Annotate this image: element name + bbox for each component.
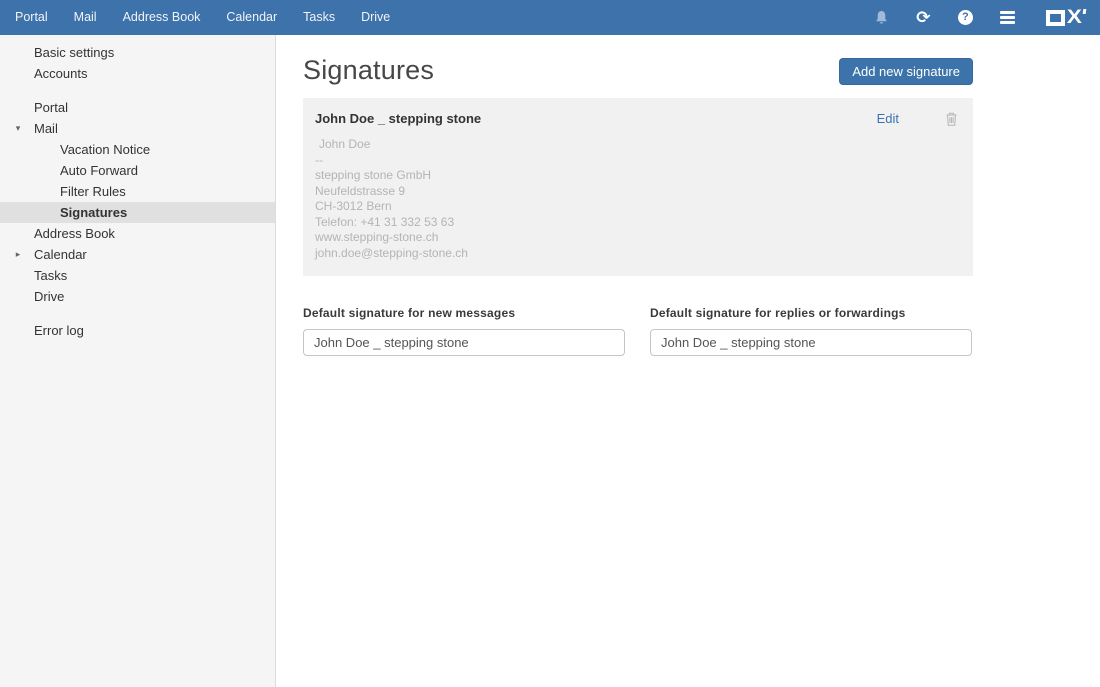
- signature-card: John Doe _ stepping stone Edit John Doe …: [303, 98, 973, 276]
- sidebar-item-signatures[interactable]: Signatures: [0, 202, 275, 223]
- help-icon[interactable]: ?: [956, 9, 974, 27]
- topbar: Portal Mail Address Book Calendar Tasks …: [0, 0, 1100, 35]
- settings-sidebar: Basic settings Accounts Portal ▾ Mail Vac…: [0, 35, 276, 687]
- signature-line: Telefon: +41 31 332 53 63: [315, 214, 455, 229]
- topbar-item-address-book[interactable]: Address Book: [110, 0, 214, 35]
- sidebar-item-mail[interactable]: ▾ Mail: [0, 118, 275, 139]
- sidebar-item-drive[interactable]: Drive: [0, 286, 275, 307]
- menu-icon[interactable]: [998, 9, 1016, 27]
- ox-logo-x: X: [1067, 6, 1083, 28]
- edit-signature-link[interactable]: Edit: [877, 111, 899, 126]
- sidebar-item-error-log[interactable]: Error log: [0, 320, 275, 341]
- signature-line: --: [315, 152, 323, 167]
- sidebar-item-vacation-notice[interactable]: Vacation Notice: [0, 139, 275, 160]
- signature-line: stepping stone GmbH: [315, 168, 432, 182]
- sidebar-item-accounts[interactable]: Accounts: [0, 63, 275, 84]
- signature-line: john.doe@stepping-stone.ch: [315, 245, 468, 260]
- sidebar-item-address-book[interactable]: Address Book: [0, 223, 275, 244]
- caret-down-icon[interactable]: ▾: [11, 118, 25, 139]
- default-new-messages-label: Default signature for new messages: [303, 306, 516, 320]
- sidebar-item-auto-forward[interactable]: Auto Forward: [0, 160, 275, 181]
- sidebar-item-label: Mail: [34, 121, 58, 136]
- topbar-app-menu: Portal Mail Address Book Calendar Tasks …: [2, 0, 403, 35]
- signature-name: John Doe _ stepping stone: [315, 111, 482, 126]
- sidebar-item-basic-settings[interactable]: Basic settings: [0, 42, 275, 63]
- sidebar-item-filter-rules[interactable]: Filter Rules: [0, 181, 275, 202]
- delete-signature-button[interactable]: [946, 112, 957, 126]
- default-replies-label: Default signature for replies or forward…: [650, 306, 906, 320]
- default-new-messages-field: Default signature for new messages John …: [303, 306, 625, 356]
- default-replies-field: Default signature for replies or forward…: [650, 306, 972, 356]
- ox-logo-o: [1046, 9, 1066, 26]
- signature-line: www.stepping-stone.ch: [315, 230, 439, 244]
- add-new-signature-button[interactable]: Add new signature: [839, 58, 973, 85]
- topbar-item-calendar[interactable]: Calendar: [213, 0, 290, 35]
- ox-logo: X: [1046, 6, 1087, 28]
- sidebar-item-tasks[interactable]: Tasks: [0, 265, 275, 286]
- sidebar-item-portal[interactable]: Portal: [0, 97, 275, 118]
- topbar-item-mail[interactable]: Mail: [61, 0, 110, 35]
- sidebar-item-label: Calendar: [34, 247, 87, 262]
- app-window: Portal Mail Address Book Calendar Tasks …: [0, 0, 1100, 687]
- signature-line: CH-3012 Bern: [315, 199, 392, 213]
- signature-line: Neufeldstrasse 9: [315, 183, 406, 198]
- sidebar-item-calendar[interactable]: ▸ Calendar: [0, 244, 275, 265]
- settings-pane: Signatures Add new signature John Doe _ …: [276, 35, 1100, 687]
- notifications-icon[interactable]: [872, 9, 890, 27]
- topbar-item-portal[interactable]: Portal: [2, 0, 61, 35]
- default-replies-select[interactable]: John Doe _ stepping stone: [650, 329, 972, 356]
- refresh-icon[interactable]: ⟳: [914, 9, 932, 27]
- signature-line: John Doe: [319, 137, 371, 151]
- signature-preview: John Doe -- stepping stone GmbH Neufelds…: [315, 137, 961, 261]
- caret-right-icon[interactable]: ▸: [11, 244, 25, 265]
- topbar-actions: ⟳ ? X: [872, 6, 1100, 28]
- page-title: Signatures: [303, 55, 435, 85]
- ox-logo-prime: [1082, 8, 1087, 14]
- topbar-item-drive[interactable]: Drive: [348, 0, 403, 35]
- trash-icon: [946, 112, 957, 126]
- topbar-item-tasks[interactable]: Tasks: [290, 0, 348, 35]
- default-new-messages-select[interactable]: John Doe _ stepping stone: [303, 329, 625, 356]
